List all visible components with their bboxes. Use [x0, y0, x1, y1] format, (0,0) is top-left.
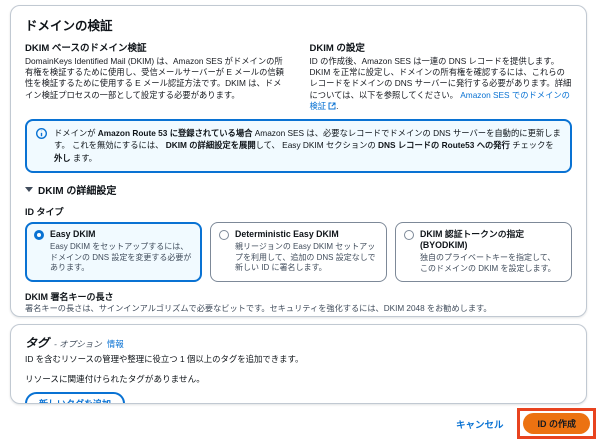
page-title: ドメインの検証 [25, 15, 572, 34]
radio-icon [219, 230, 229, 240]
radio-selected-icon [34, 230, 44, 240]
id-type-option-easy-dkim[interactable]: Easy DKIM Easy DKIM をセットアップするには、ドメインの DN… [25, 222, 202, 282]
dkim-based-description: DomainKeys Identified Mail (DKIM) は、Amaz… [25, 56, 288, 101]
dkim-settings-description: ID の作成後、Amazon SES は一連の DNS レコードを提供します。D… [310, 56, 573, 112]
option-title: DKIM 認証トークンの指定 (BYODKIM) [420, 229, 563, 251]
key-length-description: 署名キーの長さは、サインインアルゴリズムで必要なビットです。セキュリティを強化す… [25, 304, 572, 315]
add-tag-button[interactable]: 新しいタグを追加 [25, 392, 125, 404]
dkim-advanced-title: DKIM の詳細設定 [38, 182, 116, 197]
caret-down-icon [25, 187, 33, 192]
dkim-settings-column: DKIM の設定 ID の作成後、Amazon SES は一連の DNS レコー… [310, 40, 573, 112]
tags-empty-text: リソースに関連付けられたタグがありません。 [25, 373, 572, 385]
id-type-options: Easy DKIM Easy DKIM をセットアップするには、ドメインの DN… [25, 222, 572, 282]
intro-columns: DKIM ベースのドメイン検証 DomainKeys Identified Ma… [25, 40, 572, 112]
id-type-option-deterministic[interactable]: Deterministic Easy DKIM 親リージョンの Easy DKI… [210, 222, 387, 282]
id-type-option-byodkim[interactable]: DKIM 認証トークンの指定 (BYODKIM) 独自のプライベートキーを指定し… [395, 222, 572, 282]
info-icon [36, 128, 47, 139]
tags-description: ID を含むリソースの管理や整理に役立つ 1 個以上のタグを追加できます。 [25, 353, 572, 365]
tags-title: タグ [25, 334, 49, 351]
tags-header: タグ - オプション 情報 [25, 334, 572, 351]
cancel-button[interactable]: キャンセル [456, 417, 504, 431]
key-length-label: DKIM 署名キーの長さ [25, 290, 572, 303]
option-description: Easy DKIM をセットアップするには、ドメインの DNS 設定を変更する必… [50, 242, 193, 273]
dkim-based-heading: DKIM ベースのドメイン検証 [25, 40, 288, 54]
tags-optional-label: - オプション [54, 338, 102, 350]
option-title: Deterministic Easy DKIM [235, 229, 378, 240]
ses-create-identity-page: ドメインの検証 DKIM ベースのドメイン検証 DomainKeys Ident… [0, 0, 600, 439]
external-link-icon [328, 102, 336, 110]
highlight-annotation-box: ID の作成 [517, 408, 596, 439]
radio-icon [404, 230, 414, 240]
dkim-based-column: DKIM ベースのドメイン検証 DomainKeys Identified Ma… [25, 40, 288, 112]
banner-text: ドメインが Amazon Route 53 に登録されている場合 Amazon … [54, 127, 561, 164]
option-description: 独自のプライベートキーを指定して、このドメインの DKIM を設定します。 [420, 253, 563, 274]
option-title: Easy DKIM [50, 229, 193, 240]
footer-actions: キャンセル ID の作成 [10, 408, 596, 439]
option-description: 親リージョンの Easy DKIM セットアップを利用して、追加の DNS 設定… [235, 242, 378, 273]
create-identity-button[interactable]: ID の作成 [523, 413, 590, 434]
tags-info-link[interactable]: 情報 [107, 338, 124, 350]
tags-panel: タグ - オプション 情報 ID を含むリソースの管理や整理に役立つ 1 個以上… [10, 324, 587, 404]
dkim-advanced-expander[interactable]: DKIM の詳細設定 [25, 182, 572, 197]
dkim-settings-heading: DKIM の設定 [310, 40, 573, 54]
route53-info-banner: ドメインが Amazon Route 53 に登録されている場合 Amazon … [25, 119, 572, 173]
link-suffix: . [336, 101, 338, 111]
id-type-label: ID タイプ [25, 205, 572, 218]
domain-verification-panel: ドメインの検証 DKIM ベースのドメイン検証 DomainKeys Ident… [10, 5, 587, 317]
